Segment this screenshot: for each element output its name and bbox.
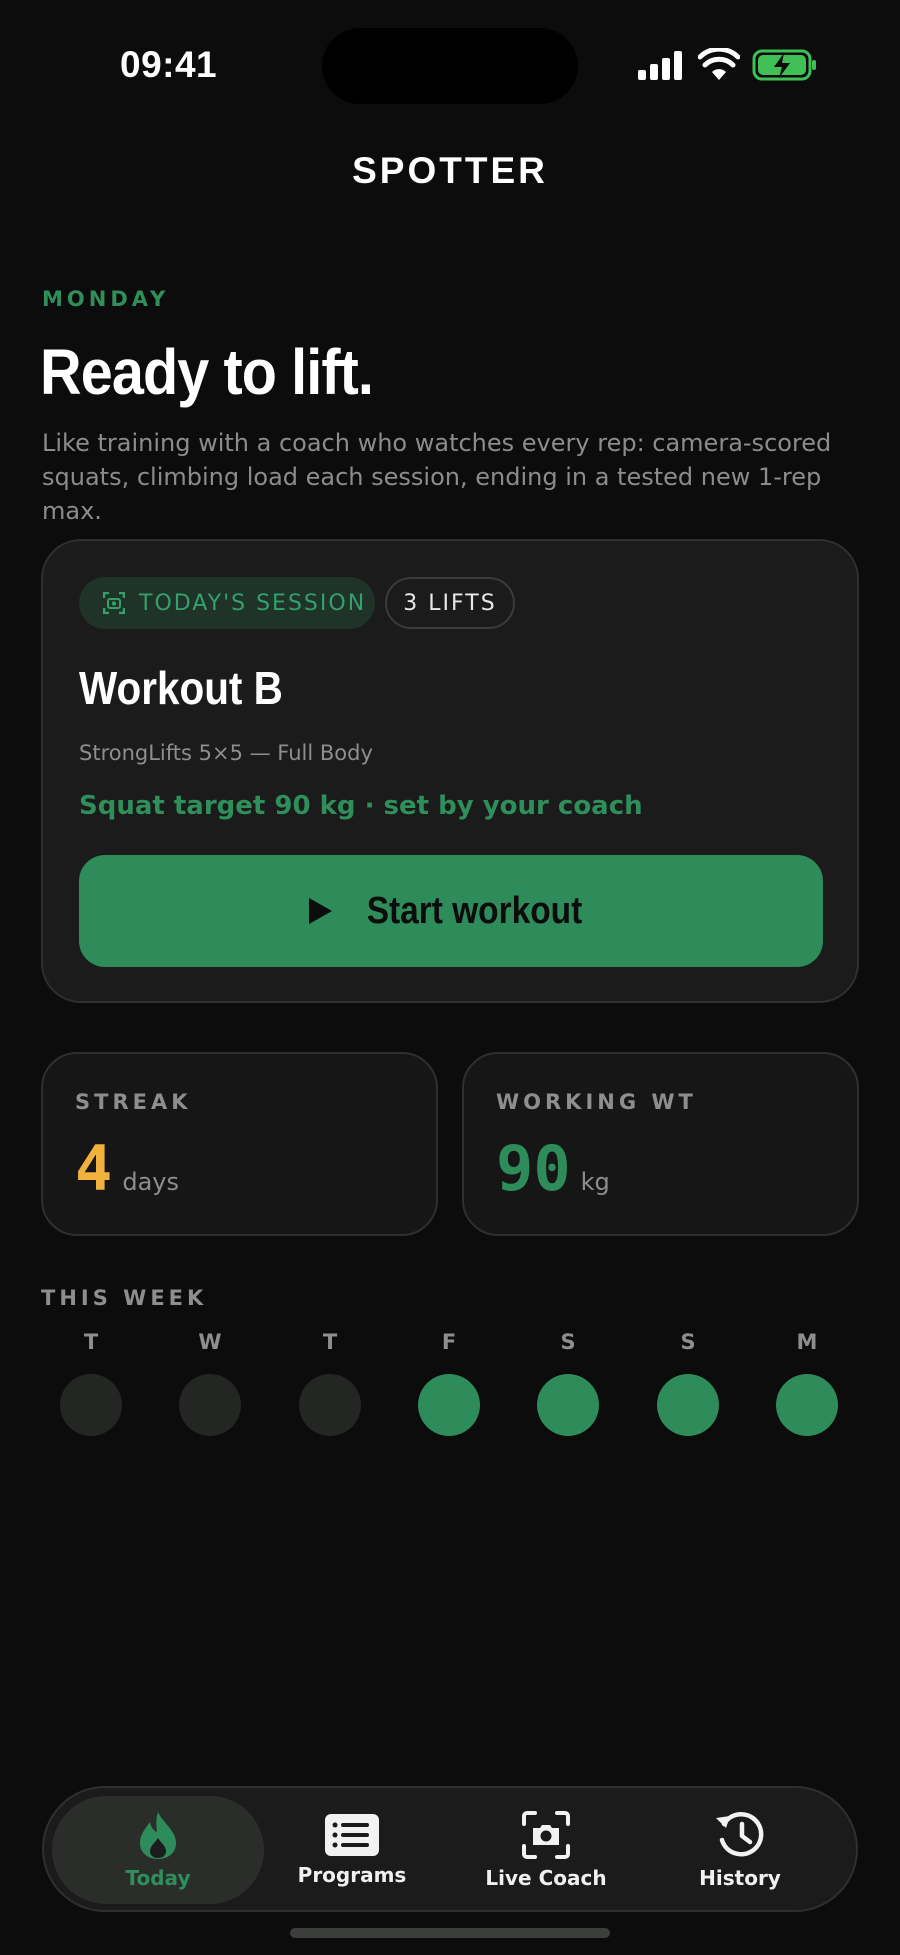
this-week-label: THIS WEEK [41, 1286, 208, 1310]
week-day-letter: S [680, 1330, 696, 1354]
week-day: S [537, 1330, 599, 1436]
intro-text: Like training with a coach who watches e… [42, 429, 832, 525]
history-icon [716, 1812, 764, 1857]
working-weight-label: WORKING WT [496, 1090, 697, 1114]
squat-target: Squat target 90 kg · set by your coach [79, 791, 643, 821]
workout-title: Workout B [79, 662, 283, 714]
workout-subtitle: StrongLifts 5×5 — Full Body [79, 741, 373, 765]
week-day-letter: F [441, 1330, 457, 1354]
lifts-chip: 3 LIFTS [385, 577, 515, 629]
week-day-letter: S [560, 1330, 576, 1354]
tab-today[interactable]: Today [52, 1796, 264, 1904]
day-label: MONDAY [42, 287, 170, 311]
app-title: SPOTTER [352, 150, 548, 191]
streak-label: STREAK [75, 1090, 192, 1114]
status-time: 09:41 [120, 44, 218, 85]
streak-card: STREAK 4 days [41, 1052, 438, 1236]
dynamic-island [322, 28, 578, 104]
battery-charging-icon [752, 49, 816, 81]
tab-bar: Today Programs Live Coach History [42, 1786, 858, 1912]
session-chip-label: TODAY'S SESSION [139, 590, 367, 616]
tab-label: Live Coach [485, 1866, 607, 1890]
tab-history[interactable]: History [634, 1796, 846, 1904]
tab-programs[interactable]: Programs [246, 1796, 458, 1904]
week-day-dot [299, 1374, 361, 1436]
tab-label: Programs [297, 1863, 407, 1887]
week-day: W [179, 1330, 241, 1436]
play-icon [308, 898, 332, 924]
working-weight-card: WORKING WT 90 kg [462, 1052, 859, 1236]
home-indicator [290, 1928, 610, 1938]
week-day-dot [657, 1374, 719, 1436]
week-day-dot [776, 1374, 838, 1436]
list-icon [325, 1814, 379, 1856]
tab-live-coach[interactable]: Live Coach [440, 1796, 652, 1904]
working-weight-unit: kg [580, 1168, 610, 1196]
start-workout-button[interactable]: Start workout [79, 855, 823, 967]
week-day-dot [537, 1374, 599, 1436]
cellular-signal-icon [638, 50, 684, 80]
week-day-dot [418, 1374, 480, 1436]
camera-focus-icon [103, 592, 125, 614]
flame-icon [140, 1812, 176, 1859]
week-day: F [418, 1330, 480, 1436]
week-tracker: T W T F S S M [60, 1330, 840, 1440]
week-day-letter: W [198, 1330, 222, 1354]
week-day: M [776, 1330, 838, 1436]
week-day-dot [179, 1374, 241, 1436]
streak-unit: days [122, 1168, 179, 1196]
week-day-dot [60, 1374, 122, 1436]
camera-icon [522, 1811, 570, 1859]
session-chip: TODAY'S SESSION [79, 577, 375, 629]
week-day: S [657, 1330, 719, 1436]
page-title: Ready to lift. [40, 336, 374, 408]
tab-label: History [699, 1866, 781, 1890]
week-day-letter: T [83, 1330, 99, 1354]
week-day: T [299, 1330, 361, 1436]
working-weight-value: 90 [496, 1132, 571, 1205]
wifi-icon [698, 48, 740, 80]
week-day-letter: T [322, 1330, 338, 1354]
week-day: T [60, 1330, 122, 1436]
tab-label: Today [125, 1866, 191, 1890]
streak-value: 4 [75, 1132, 113, 1205]
session-card: TODAY'S SESSION 3 LIFTS Workout B Strong… [41, 539, 859, 1003]
week-day-letter: M [796, 1330, 818, 1354]
start-workout-label: Start workout [366, 889, 582, 932]
